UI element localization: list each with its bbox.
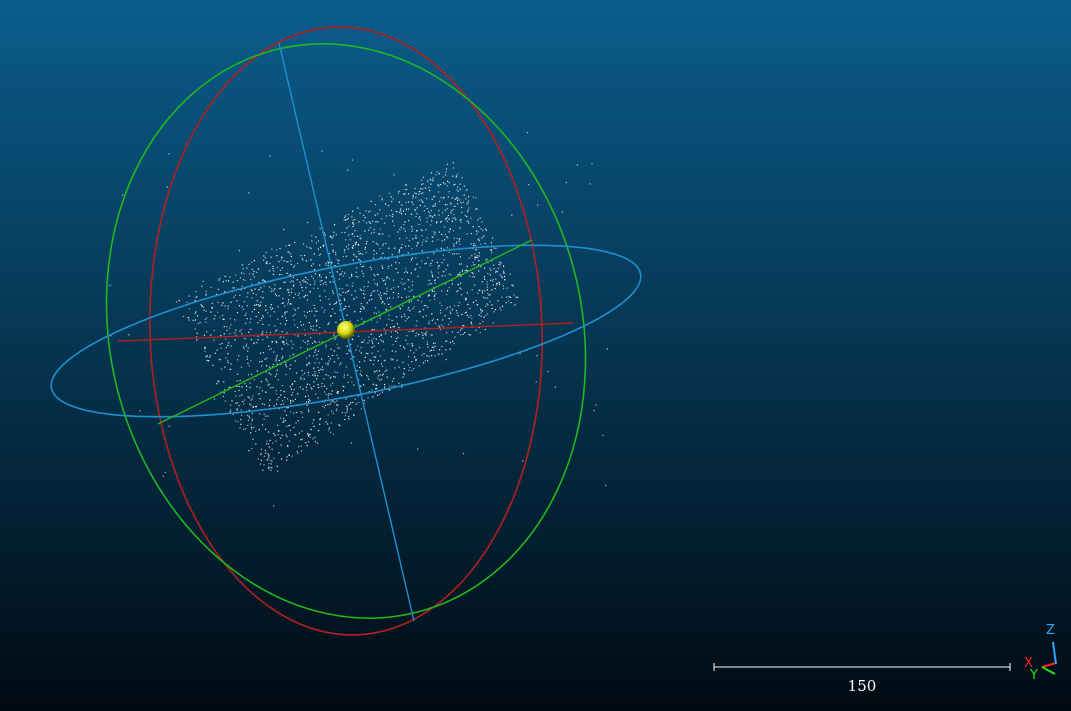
viewport-background: [0, 0, 1071, 711]
scale-bar-label: 150: [847, 677, 877, 695]
3d-viewport[interactable]: 150 Z X Y: [0, 0, 1071, 711]
scene-canvas[interactable]: [0, 0, 1071, 711]
axis-z-label: Z: [1046, 623, 1055, 638]
gizmo-center-sphere[interactable]: [337, 321, 355, 339]
axis-y-label: Y: [1030, 668, 1038, 683]
